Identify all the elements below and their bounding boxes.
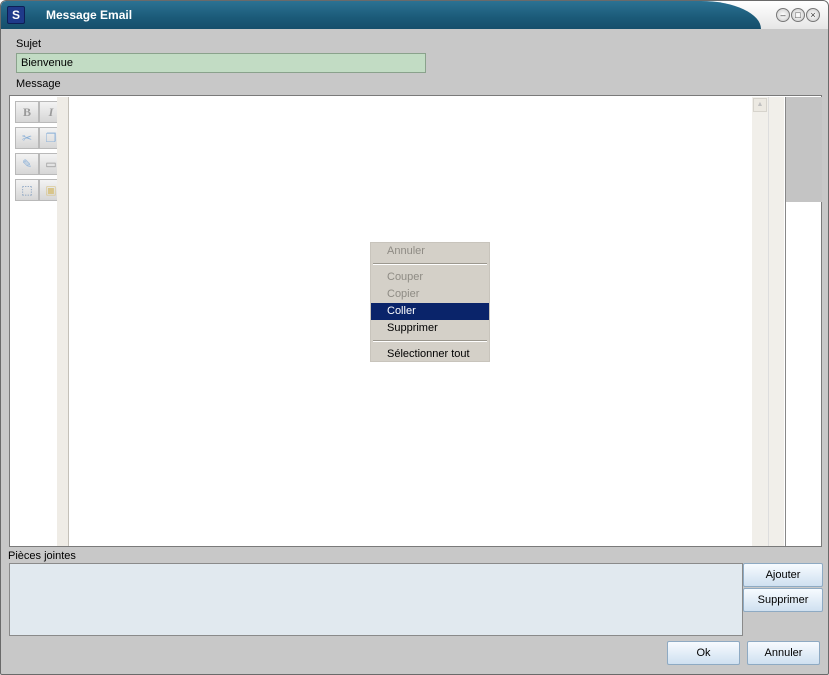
- attachments-label: Pièces jointes: [8, 550, 76, 562]
- menu-item-supprimer[interactable]: Supprimer: [371, 320, 489, 337]
- ok-button[interactable]: Ok: [667, 641, 740, 665]
- menu-item-annuler[interactable]: Annuler: [371, 243, 489, 260]
- bold-icon[interactable]: B: [15, 101, 39, 123]
- cut-icon[interactable]: ✂: [15, 127, 39, 149]
- remove-attachment-button[interactable]: Supprimer: [743, 588, 823, 612]
- select-icon[interactable]: ⬚: [15, 179, 39, 201]
- close-icon[interactable]: ×: [806, 8, 820, 22]
- subject-label: Sujet: [16, 38, 42, 50]
- message-label: Message: [16, 78, 61, 90]
- edit-icon[interactable]: ✎: [15, 153, 39, 175]
- scroll-up-icon[interactable]: ▲: [753, 98, 767, 112]
- minimize-icon[interactable]: –: [776, 8, 790, 22]
- menu-separator: [373, 340, 487, 342]
- menu-item-coller[interactable]: Coller: [371, 303, 489, 320]
- title-bar[interactable]: S Message Email – □ ×: [1, 1, 828, 29]
- window-title: Message Email: [46, 8, 133, 22]
- menu-item-copier[interactable]: Copier: [371, 286, 489, 303]
- menu-item-couper[interactable]: Couper: [371, 269, 489, 286]
- editor-gutter: [57, 97, 69, 546]
- editor-toolbar: B I ✂ ❐ ✎ ▭ ⬚ ▣: [11, 97, 63, 546]
- app-logo-icon: S: [7, 6, 25, 24]
- maximize-icon[interactable]: □: [791, 8, 805, 22]
- context-menu: Annuler Couper Copier Coller Supprimer S…: [370, 242, 490, 362]
- add-attachment-button[interactable]: Ajouter: [743, 563, 823, 587]
- window-controls: – □ ×: [776, 8, 820, 22]
- outer-vertical-scrollbar[interactable]: [785, 97, 822, 546]
- editor-right-border: [768, 97, 784, 546]
- editor-vertical-scrollbar[interactable]: ▲: [752, 97, 768, 546]
- scrollbar-thumb[interactable]: [786, 97, 822, 202]
- cancel-button[interactable]: Annuler: [747, 641, 820, 665]
- message-email-window: S Message Email – □ × Sujet Message B I …: [0, 0, 829, 675]
- subject-input[interactable]: [16, 53, 426, 73]
- menu-separator: [373, 263, 487, 265]
- menu-item-select-all[interactable]: Sélectionner tout: [371, 346, 489, 363]
- attachments-list[interactable]: [9, 563, 743, 636]
